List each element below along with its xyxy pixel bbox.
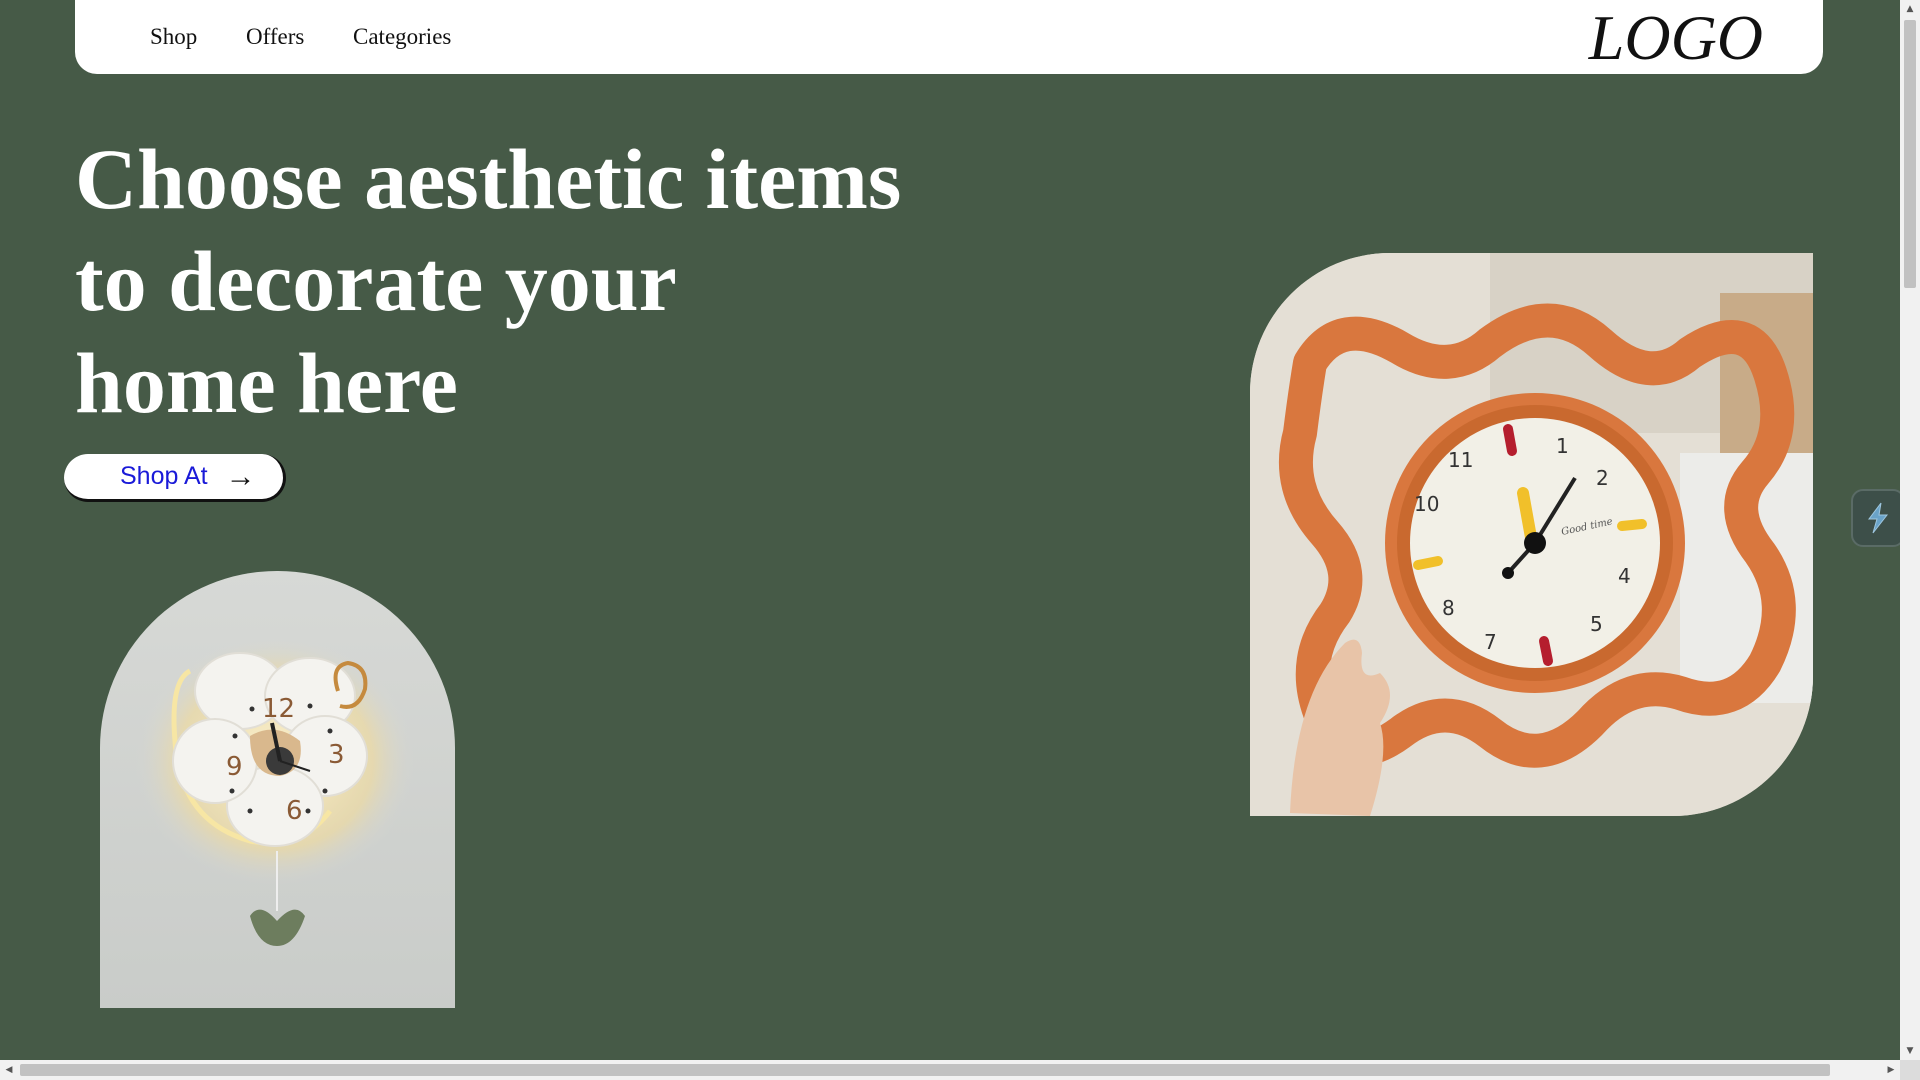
headline-line-1: Choose aesthetic items <box>75 131 902 227</box>
floating-extension-button[interactable] <box>1851 489 1905 547</box>
vertical-scrollbar[interactable]: ▲ ▼ <box>1900 0 1920 1060</box>
nav-item-offers[interactable]: Offers <box>246 24 304 50</box>
lightning-bolt-icon <box>1868 502 1889 534</box>
horizontal-scrollbar[interactable]: ◀ ▶ <box>0 1060 1900 1080</box>
logo[interactable]: LOGO <box>1589 4 1763 72</box>
flower-clock-numeral: 9 <box>226 752 243 782</box>
flower-clock-image: 12 3 6 9 <box>100 571 455 1008</box>
scroll-up-arrow-icon[interactable]: ▲ <box>1900 0 1920 18</box>
shop-at-button[interactable]: Shop At → <box>64 454 286 502</box>
scroll-down-arrow-icon[interactable]: ▼ <box>1900 1042 1920 1060</box>
vertical-scroll-thumb[interactable] <box>1904 20 1916 288</box>
wavy-clock-numeral: 7 <box>1484 630 1497 654</box>
wavy-clock-illustration: 1 2 4 5 7 8 10 11 Good time <box>1250 253 1813 816</box>
shop-at-label: Shop At <box>120 462 208 490</box>
arrow-right-icon: → <box>225 459 256 493</box>
scrollbar-corner <box>1900 1060 1920 1080</box>
horizontal-scroll-thumb[interactable] <box>20 1064 1830 1076</box>
wavy-clock-numeral: 2 <box>1596 466 1609 490</box>
wavy-clock-numeral: 8 <box>1442 596 1455 620</box>
top-navbar: Shop Offers Categories LOGO <box>75 0 1823 74</box>
scroll-left-arrow-icon[interactable]: ◀ <box>0 1060 18 1080</box>
headline-line-3: home here <box>75 335 458 431</box>
flower-clock-numeral: 6 <box>286 796 303 826</box>
flower-clock-illustration: 12 3 6 9 <box>135 636 415 946</box>
wavy-clock-numeral: 11 <box>1448 448 1473 472</box>
hero-headline: Choose aesthetic items to decorate your … <box>75 128 901 434</box>
flower-clock-numeral: 3 <box>328 740 345 770</box>
flower-clock-numeral: 12 <box>262 694 295 724</box>
wavy-clock-image: 1 2 4 5 7 8 10 11 Good time <box>1250 253 1813 816</box>
wavy-clock-numeral: 5 <box>1590 612 1603 636</box>
wavy-clock-numeral: 10 <box>1414 492 1439 516</box>
nav-item-categories[interactable]: Categories <box>353 24 451 50</box>
scroll-right-arrow-icon[interactable]: ▶ <box>1882 1060 1900 1080</box>
wavy-clock-numeral: 1 <box>1556 434 1569 458</box>
nav-item-shop[interactable]: Shop <box>150 24 197 50</box>
wavy-clock-numeral: 4 <box>1618 564 1631 588</box>
headline-line-2: to decorate your <box>75 233 677 329</box>
